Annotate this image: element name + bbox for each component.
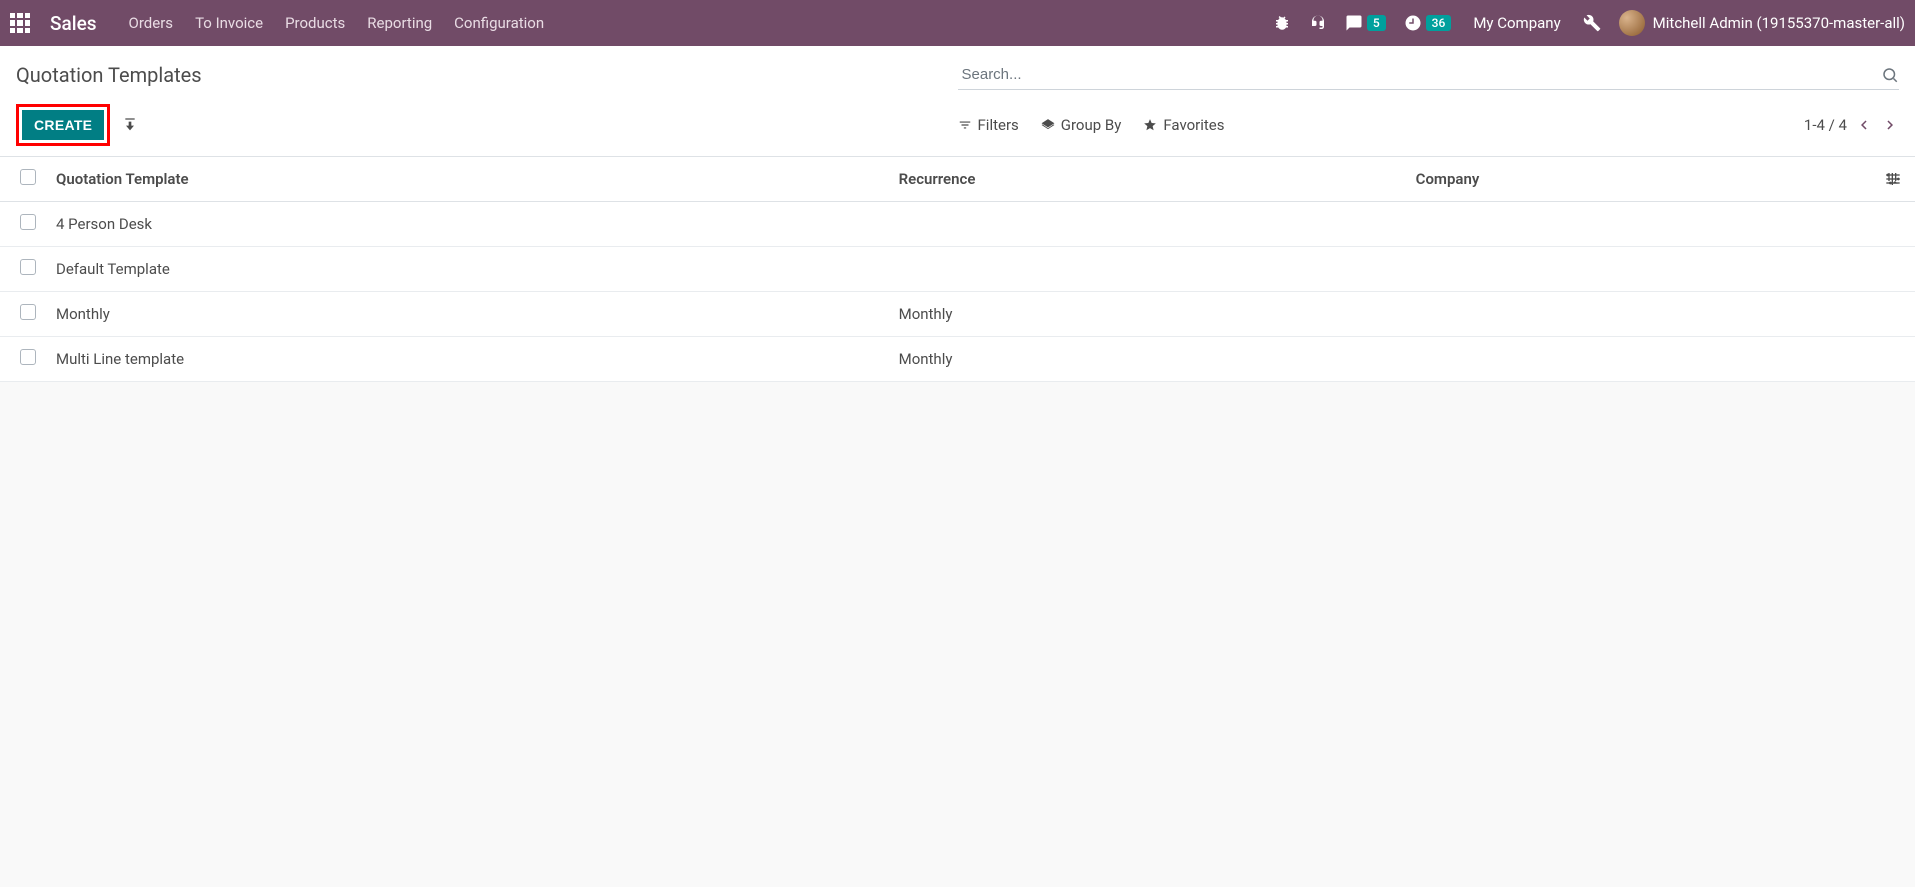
row-checkbox[interactable]: [20, 214, 36, 230]
groupby-label: Group By: [1061, 116, 1122, 134]
filter-icon: [958, 118, 972, 132]
search-icon[interactable]: [1881, 66, 1899, 84]
debug-icon[interactable]: [1273, 14, 1291, 32]
search-input[interactable]: [958, 60, 1882, 89]
list-view: Quotation Template Recurrence Company 4 …: [0, 157, 1915, 382]
control-panel: Quotation Templates CREATE Filters: [0, 46, 1915, 157]
top-navbar: Sales Orders To Invoice Products Reporti…: [0, 0, 1915, 46]
row-checkbox[interactable]: [20, 349, 36, 365]
download-icon[interactable]: [122, 117, 138, 133]
create-highlight-box: CREATE: [16, 104, 110, 146]
table-row[interactable]: Monthly Monthly: [0, 292, 1915, 337]
filters-label: Filters: [978, 116, 1019, 134]
company-switcher[interactable]: My Company: [1469, 14, 1564, 32]
cp-top: Quotation Templates: [16, 60, 1899, 90]
cell-name: Monthly: [46, 292, 889, 337]
favorites-label: Favorites: [1163, 116, 1224, 134]
filters-button[interactable]: Filters: [958, 116, 1019, 134]
pager-next[interactable]: [1881, 116, 1899, 134]
cp-center: Filters Group By Favorites 1-4 / 4: [958, 116, 1900, 134]
select-all-checkbox[interactable]: [20, 169, 36, 185]
optional-columns-toggle-icon[interactable]: [1885, 171, 1901, 187]
cell-recurrence: Monthly: [889, 337, 1406, 382]
search-wrap: [958, 60, 1900, 90]
nav-item-configuration[interactable]: Configuration: [450, 14, 548, 32]
cp-left: CREATE: [16, 104, 138, 146]
row-checkbox[interactable]: [20, 259, 36, 275]
user-menu[interactable]: Mitchell Admin (19155370-master-all): [1619, 10, 1905, 36]
cell-recurrence: Monthly: [889, 292, 1406, 337]
nav-item-reporting[interactable]: Reporting: [363, 14, 436, 32]
activity-icon[interactable]: 36: [1404, 14, 1452, 32]
table-row[interactable]: Default Template: [0, 247, 1915, 292]
col-header-company[interactable]: Company: [1406, 157, 1875, 202]
favorites-button[interactable]: Favorites: [1143, 116, 1224, 134]
table-row[interactable]: 4 Person Desk: [0, 202, 1915, 247]
cell-name: Multi Line template: [46, 337, 889, 382]
cell-recurrence: [889, 202, 1406, 247]
pager-prev[interactable]: [1855, 116, 1873, 134]
pager-text[interactable]: 1-4 / 4: [1804, 116, 1847, 134]
app-brand[interactable]: Sales: [50, 12, 97, 35]
support-icon[interactable]: [1309, 14, 1327, 32]
star-icon: [1143, 118, 1157, 132]
col-header-recurrence[interactable]: Recurrence: [889, 157, 1406, 202]
activity-badge: 36: [1426, 15, 1452, 31]
topnav-right: 5 36 My Company Mitchell Admin (19155370…: [1273, 10, 1905, 36]
avatar-icon: [1619, 10, 1645, 36]
cell-company: [1406, 292, 1875, 337]
cell-company: [1406, 247, 1875, 292]
topnav-left: Sales Orders To Invoice Products Reporti…: [10, 12, 548, 35]
cell-company: [1406, 202, 1875, 247]
cell-name: 4 Person Desk: [46, 202, 889, 247]
cp-right: 1-4 / 4: [1804, 116, 1899, 134]
cp-bottom: CREATE Filters Group By: [16, 104, 1899, 146]
tools-icon[interactable]: [1583, 14, 1601, 32]
table-header-row: Quotation Template Recurrence Company: [0, 157, 1915, 202]
layers-icon: [1041, 118, 1055, 132]
cell-name: Default Template: [46, 247, 889, 292]
apps-launcher-icon[interactable]: [10, 13, 30, 33]
pager: 1-4 / 4: [1804, 116, 1899, 134]
messaging-icon[interactable]: 5: [1345, 14, 1386, 32]
table-row[interactable]: Multi Line template Monthly: [0, 337, 1915, 382]
page-title: Quotation Templates: [16, 63, 202, 87]
messaging-badge: 5: [1367, 15, 1386, 31]
templates-table: Quotation Template Recurrence Company 4 …: [0, 157, 1915, 382]
nav-item-to-invoice[interactable]: To Invoice: [191, 14, 267, 32]
row-checkbox[interactable]: [20, 304, 36, 320]
user-name: Mitchell Admin (19155370-master-all): [1653, 14, 1905, 32]
col-header-name[interactable]: Quotation Template: [46, 157, 889, 202]
nav-item-products[interactable]: Products: [281, 14, 349, 32]
cell-company: [1406, 337, 1875, 382]
groupby-button[interactable]: Group By: [1041, 116, 1122, 134]
cell-recurrence: [889, 247, 1406, 292]
create-button[interactable]: CREATE: [22, 110, 104, 140]
nav-item-orders[interactable]: Orders: [125, 14, 178, 32]
